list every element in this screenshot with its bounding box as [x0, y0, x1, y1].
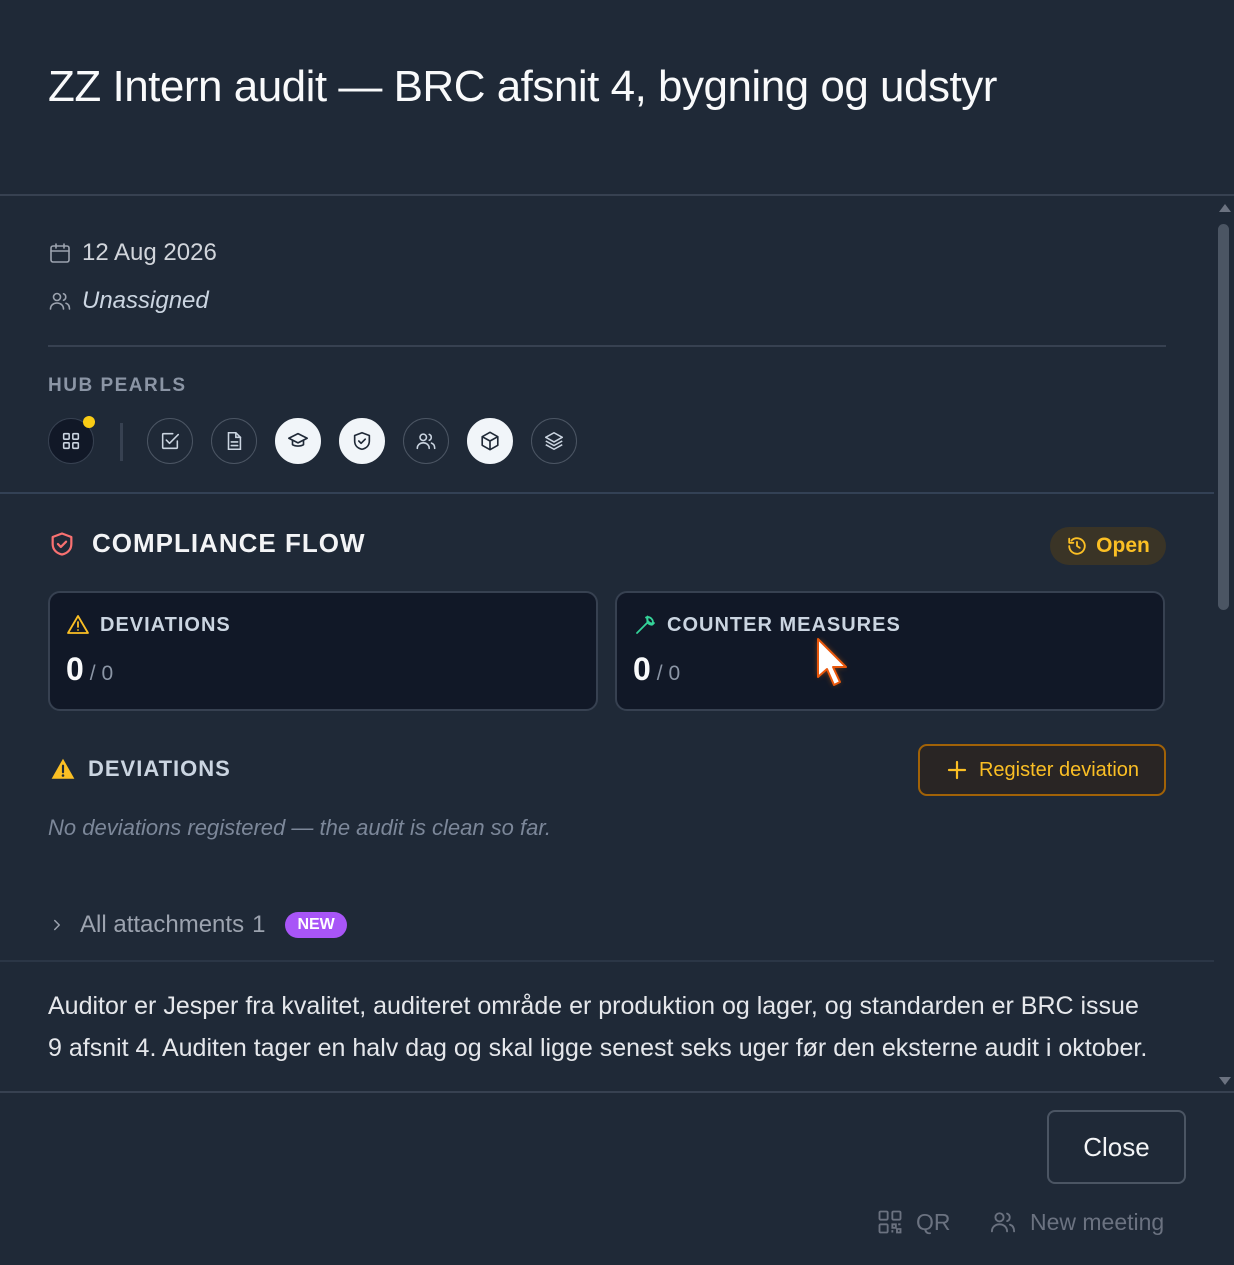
modal-title: ZZ Intern audit — BRC afsnit 4, bygning … — [48, 62, 997, 111]
cube-icon — [479, 430, 501, 452]
hub-pearls-label: HUB PEARLS — [48, 375, 187, 396]
pearl-assets[interactable] — [467, 418, 513, 464]
calendar-icon — [48, 241, 72, 265]
modal-footer: Close QR New meeting — [0, 1091, 1234, 1265]
users-icon — [48, 289, 72, 313]
stat-value: 0 — [66, 651, 84, 687]
shield-check-icon — [351, 430, 373, 452]
close-button[interactable]: Close — [1047, 1110, 1186, 1184]
warning-icon — [66, 613, 90, 637]
event-date: 12 Aug 2026 — [82, 239, 217, 266]
compliance-flow-title: COMPLIANCE FLOW — [92, 528, 366, 558]
assignee-row[interactable]: Unassigned — [48, 287, 209, 315]
layers-icon — [543, 430, 565, 452]
pearl-grid[interactable] — [48, 416, 95, 464]
section-divider — [0, 492, 1214, 494]
status-label: Open — [1096, 534, 1150, 557]
scrollbar-thumb[interactable] — [1218, 224, 1229, 610]
pearl-people[interactable] — [403, 418, 449, 464]
new-badge: NEW — [285, 912, 347, 938]
scroll-down-arrow-icon[interactable] — [1219, 1077, 1231, 1085]
counter-measures-stat-card: COUNTER MEASURES 0 / 0 — [615, 591, 1165, 711]
qr-label: QR — [916, 1208, 951, 1235]
register-deviation-button[interactable]: Register deviation — [918, 744, 1166, 796]
empty-deviations-text: No deviations registered — the audit is … — [48, 815, 552, 840]
pearl-training[interactable] — [275, 418, 321, 464]
stat-label: DEVIATIONS — [100, 613, 231, 636]
warning-icon — [50, 756, 76, 782]
assignee-value: Unassigned — [82, 287, 209, 314]
stat-total: / 0 — [656, 662, 681, 685]
grid-icon — [60, 430, 82, 452]
scrollbar[interactable] — [1214, 198, 1234, 1091]
section-divider — [0, 960, 1214, 962]
checkbox-icon — [159, 430, 181, 452]
attachments-label: All attachments — [80, 911, 245, 938]
shield-check-icon — [48, 530, 76, 558]
mouse-pointer-icon — [812, 637, 856, 695]
graduation-cap-icon — [287, 430, 309, 452]
stat-value: 0 — [633, 651, 651, 687]
qr-button[interactable]: QR — [876, 1208, 951, 1236]
new-meeting-label: New meeting — [1030, 1208, 1165, 1235]
deviations-stat-card: DEVIATIONS 0 / 0 — [48, 591, 598, 711]
pearl-compliance[interactable] — [339, 418, 385, 464]
chevron-right-icon — [48, 916, 66, 934]
attachments-toggle[interactable]: All attachments 1 NEW — [48, 911, 347, 939]
qr-code-icon — [876, 1208, 904, 1236]
pearl-layers[interactable] — [531, 418, 577, 464]
register-deviation-label: Register deviation — [978, 758, 1140, 781]
stat-label: COUNTER MEASURES — [667, 613, 901, 636]
users-icon — [988, 1208, 1018, 1236]
deviations-title: DEVIATIONS — [88, 756, 231, 781]
event-description: Auditor er Jesper fra kvalitet, auditere… — [48, 992, 1148, 1062]
notification-dot — [83, 416, 95, 428]
pearl-separator — [120, 423, 123, 461]
date-row: 12 Aug 2026 — [48, 239, 217, 267]
status-badge: Open — [1050, 527, 1166, 565]
attachments-count: 1 — [252, 911, 266, 938]
history-icon — [1066, 535, 1088, 557]
deviations-section-header: DEVIATIONS — [50, 756, 231, 782]
plus-icon — [945, 758, 969, 782]
stat-total: / 0 — [89, 662, 114, 685]
compliance-flow-header: COMPLIANCE FLOW — [48, 528, 366, 559]
users-icon — [415, 430, 437, 452]
wrench-icon — [633, 613, 657, 637]
new-meeting-button[interactable]: New meeting — [988, 1208, 1164, 1236]
section-divider — [48, 345, 1166, 347]
pearl-tasks[interactable] — [147, 418, 193, 464]
modal-header: ZZ Intern audit — BRC afsnit 4, bygning … — [0, 0, 1234, 196]
document-icon — [223, 430, 245, 452]
scroll-up-arrow-icon[interactable] — [1219, 204, 1231, 212]
modal-body[interactable]: 12 Aug 2026 Unassigned HUB PEARLS COMPLI… — [0, 198, 1214, 1091]
pearl-documents[interactable] — [211, 418, 257, 464]
